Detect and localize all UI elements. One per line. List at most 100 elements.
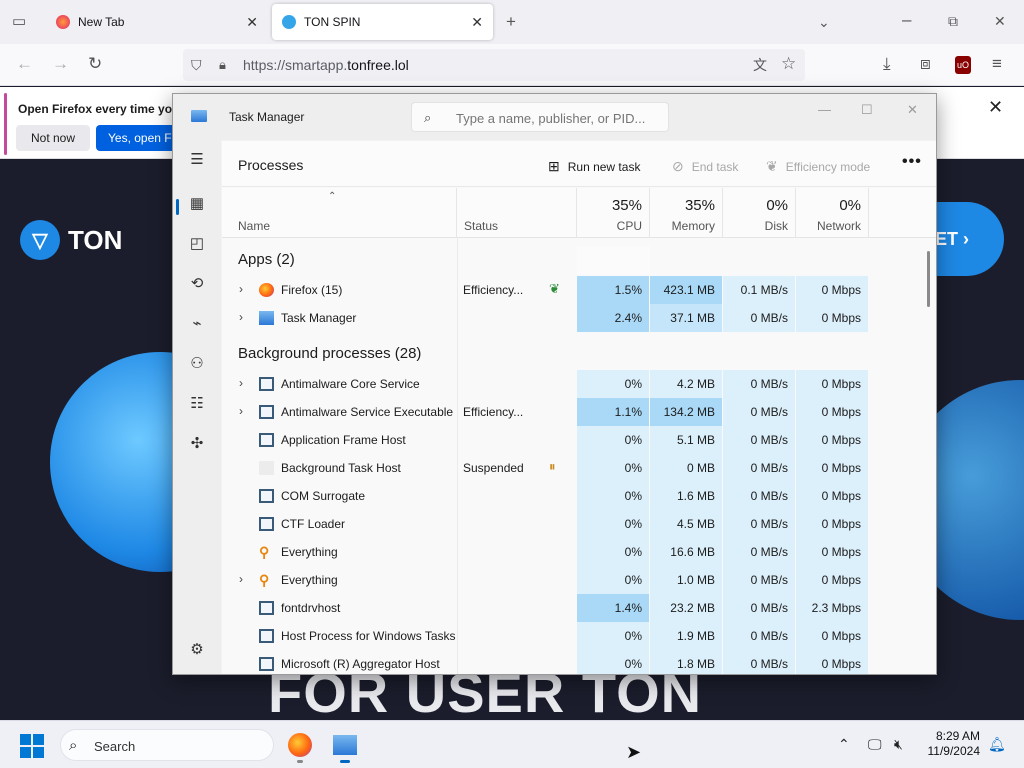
volume-muted-icon[interactable]: 🔇︎ [894,736,903,753]
table-row[interactable]: Background Task Host Suspended ⏸︎ 0% 0 M… [222,454,922,482]
disk-cell: 0 MB/s [723,398,795,426]
url-bar[interactable]: ⛉ 🔒︎ https://smartapp.tonfree.lol 文 ☆ [183,49,805,81]
disk-cell: 0 MB/s [723,538,795,566]
users-icon[interactable]: ⚇ [187,354,207,374]
performance-icon[interactable]: ◰ [187,234,207,254]
show-hidden-icons-chevron-icon[interactable]: ⌃ [838,736,850,753]
efficiency-mode-button[interactable]: ❦ Efficiency mode [766,158,870,175]
table-row[interactable]: fontdrvhost 1.4% 23.2 MB 0 MB/s 2.3 Mbps [222,594,922,622]
start-button[interactable] [20,734,44,758]
table-row[interactable]: › ⚲ Everything 0% 1.0 MB 0 MB/s 0 Mbps [222,566,922,594]
expand-chevron-icon[interactable]: › [239,572,243,586]
tab-ton-spin[interactable]: TON SPIN ✕ [272,4,493,40]
table-row[interactable]: ⚲ Everything 0% 16.6 MB 0 MB/s 0 Mbps [222,538,922,566]
search-input[interactable] [456,109,661,127]
tab-list-icon[interactable]: ▭ [12,12,26,32]
expand-chevron-icon[interactable]: › [239,376,243,390]
table-row[interactable]: COM Surrogate 0% 1.6 MB 0 MB/s 0 Mbps [222,482,922,510]
notification-bell-icon[interactable]: 🔔︎ [988,736,1006,753]
table-row[interactable]: › Antimalware Core Service 0% 4.2 MB 0 M… [222,370,922,398]
more-options-button[interactable]: ••• [902,153,922,171]
clock[interactable]: 8:29 AM 11/9/2024 [918,729,981,759]
process-search-box[interactable]: ⌕ [411,102,669,132]
not-now-button[interactable]: Not now [16,125,90,151]
app-history-icon[interactable]: ⟲ [187,274,207,294]
extensions-icon[interactable]: ⧈ [920,54,931,74]
details-icon[interactable]: ☷ [187,394,207,414]
clock-time: 8:29 AM [935,729,980,743]
table-row[interactable]: › Task Manager 2.4% 37.1 MB 0 MB/s 0 Mbp… [222,304,922,332]
end-task-button[interactable]: ⊘ End task [672,158,738,175]
expand-chevron-icon[interactable]: › [239,404,243,418]
running-indicator [297,760,303,763]
column-header-network[interactable]: 0% Network [796,188,869,238]
ublock-icon[interactable]: uO [955,56,971,74]
new-tab-plus-icon[interactable]: + [506,12,516,32]
settings-gear-icon[interactable]: ⚙ [187,640,207,660]
close-window-icon[interactable]: ✕ [907,102,918,118]
close-tab-icon[interactable]: ✕ [246,14,258,31]
hamburger-menu-icon[interactable]: ☰ [187,150,207,170]
list-all-tabs-chevron-icon[interactable]: ⌄ [818,12,830,32]
run-new-task-button[interactable]: ⊞ Run new task [548,158,640,175]
startup-apps-icon[interactable]: ⌁ [187,314,207,334]
reload-icon[interactable]: ↻ [88,54,102,74]
close-window-icon[interactable]: ✕ [994,11,1006,31]
hamburger-menu-icon[interactable]: ≡ [992,54,1002,74]
taskbar-task-manager[interactable] [333,733,357,763]
ton-logo-icon: ▽ [20,220,60,260]
taskbar-firefox[interactable] [288,733,312,763]
table-row[interactable]: › Antimalware Service Executable Efficie… [222,398,922,426]
network-cell: 0 Mbps [796,426,868,454]
expand-chevron-icon[interactable]: › [239,282,243,296]
column-header-disk[interactable]: 0% Disk [723,188,796,238]
forward-arrow-icon[interactable]: → [52,54,69,74]
network-cell: 0 Mbps [796,622,868,650]
cpu-cell: 0% [577,426,649,454]
processes-icon[interactable]: ▦ [187,194,207,214]
app-window-icon [259,657,274,671]
cpu-total-pct: 35% [611,197,642,214]
vertical-scrollbar[interactable] [927,251,930,307]
expand-chevron-icon[interactable]: › [239,310,243,324]
app-window-icon [259,433,274,447]
shield-icon[interactable]: ⛉ [191,55,202,75]
maximize-icon[interactable]: ☐ [861,102,873,118]
ton-favicon-icon [282,15,296,29]
ton-logo[interactable]: ▽ TON [20,220,122,260]
close-notification-icon[interactable]: ✕ [988,97,1003,118]
table-row[interactable]: Host Process for Windows Tasks 0% 1.9 MB… [222,622,922,650]
network-icon[interactable]: 🖵︎ [868,736,882,753]
minimize-icon[interactable]: — [818,102,831,117]
network-label: Network [816,219,861,233]
group-header-apps[interactable]: Apps (2) [222,246,922,274]
url-text[interactable]: https://smartapp.tonfree.lol [243,57,409,73]
translate-icon[interactable]: 文 [753,55,767,75]
column-header-status[interactable]: Status [457,188,577,238]
close-tab-icon[interactable]: ✕ [471,14,483,31]
cpu-cell: 0% [577,370,649,398]
memory-cell: 423.1 MB [650,276,722,304]
maximize-icon[interactable]: ⧉ [948,11,958,31]
process-status: Suspended [463,461,524,475]
table-row[interactable]: Microsoft (R) Aggregator Host 0% 1.8 MB … [222,650,922,674]
column-header-name[interactable]: ⌃ Name [222,188,457,238]
lock-icon[interactable]: 🔒︎ [219,55,226,75]
memory-label: Memory [671,219,715,233]
group-header-background[interactable]: Background processes (28) [222,340,922,368]
table-row[interactable]: CTF Loader 0% 4.5 MB 0 MB/s 0 Mbps [222,510,922,538]
taskbar-search[interactable]: ⌕ Search [60,729,274,761]
windows-logo-tile [20,734,31,745]
table-row[interactable]: Application Frame Host 0% 5.1 MB 0 MB/s … [222,426,922,454]
bookmark-star-icon[interactable]: ☆ [781,54,796,74]
column-header-cpu[interactable]: 35% CPU [577,188,650,238]
tab-new-tab[interactable]: New Tab ✕ [46,4,268,40]
table-row[interactable]: › Firefox (15) Efficiency... ❦ 1.5% 423.… [222,276,922,304]
back-arrow-icon[interactable]: ← [16,54,33,74]
services-icon[interactable]: ✣ [187,434,207,454]
minimize-icon[interactable]: – [902,10,911,30]
downloads-icon[interactable]: ⤓ [883,54,891,74]
network-cell: 0 Mbps [796,276,868,304]
disk-label: Disk [764,219,788,233]
column-header-memory[interactable]: 35% Memory [650,188,723,238]
